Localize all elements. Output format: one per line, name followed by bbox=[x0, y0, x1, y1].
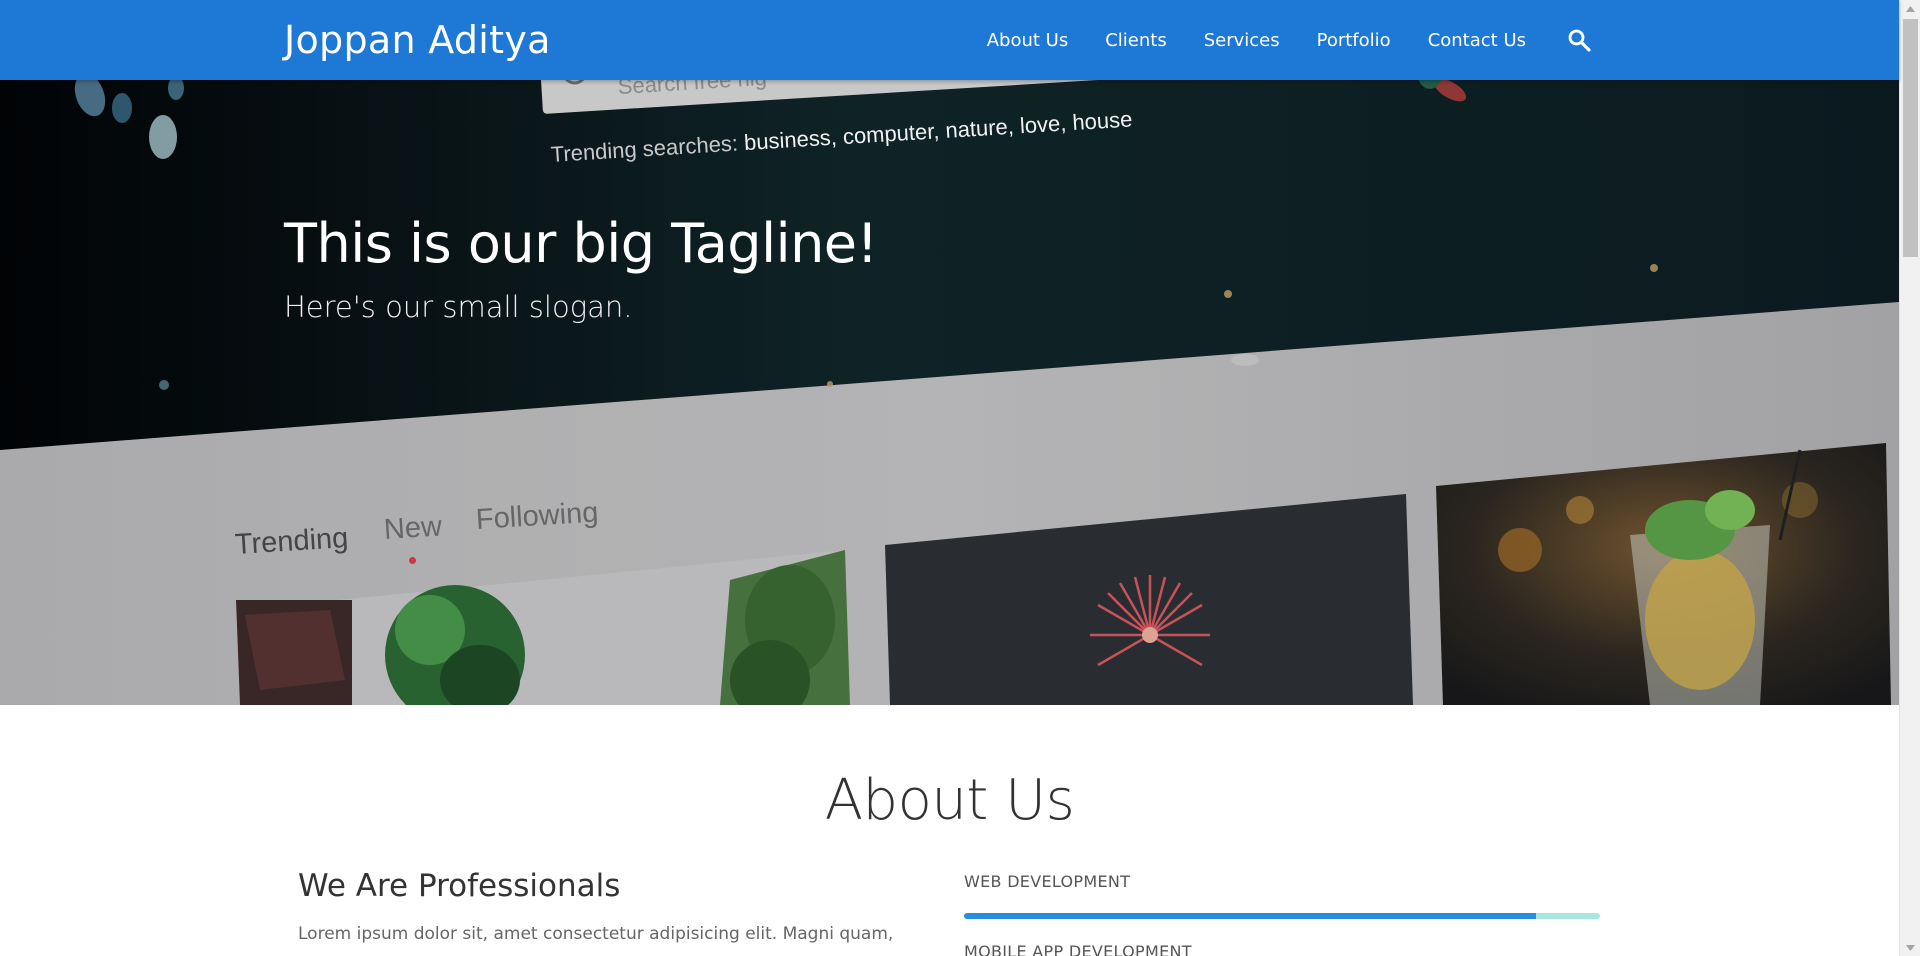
navbar: Joppan Aditya About Us Clients Services … bbox=[0, 0, 1899, 80]
search-icon[interactable] bbox=[1566, 27, 1592, 53]
screen-new-indicator-dot bbox=[409, 557, 416, 564]
about-paragraph: Lorem ipsum dolor sit, amet consectetur … bbox=[298, 924, 894, 944]
skill-bar-web-development bbox=[964, 913, 1600, 919]
nav-link-about-us[interactable]: About Us bbox=[987, 30, 1069, 51]
scrollbar-thumb[interactable] bbox=[1903, 19, 1918, 257]
nav-menu: About Us Clients Services Portfolio Cont… bbox=[950, 0, 1592, 80]
hero-background-image bbox=[0, 80, 1899, 705]
screen-tab-trending: Trending bbox=[234, 522, 350, 561]
hero-slogan: Here's our small slogan. bbox=[284, 290, 633, 324]
hero-tagline: This is our big Tagline! bbox=[284, 212, 878, 275]
skill-bar-fill bbox=[964, 913, 1537, 919]
skill-label-mobile-app-development: MOBILE APP DEVELOPMENT bbox=[964, 942, 1192, 956]
nav-link-services[interactable]: Services bbox=[1204, 30, 1280, 51]
nav-link-portfolio[interactable]: Portfolio bbox=[1317, 30, 1391, 51]
skill-label-web-development: WEB DEVELOPMENT bbox=[964, 872, 1131, 891]
about-section-title: About Us bbox=[824, 768, 1075, 833]
hero-section: Search free hig Trending searches: busin… bbox=[0, 80, 1899, 705]
nav-link-clients[interactable]: Clients bbox=[1105, 30, 1167, 51]
nav-link-contact-us[interactable]: Contact Us bbox=[1428, 30, 1526, 51]
brand-logo[interactable]: Joppan Aditya bbox=[284, 18, 551, 62]
screen-tab-new: New bbox=[383, 510, 443, 546]
scroll-down-arrow-icon[interactable] bbox=[1900, 939, 1920, 956]
scroll-up-arrow-icon[interactable] bbox=[1900, 0, 1920, 17]
page-scrollbar[interactable] bbox=[1899, 0, 1920, 956]
about-subtitle: We Are Professionals bbox=[298, 868, 621, 904]
